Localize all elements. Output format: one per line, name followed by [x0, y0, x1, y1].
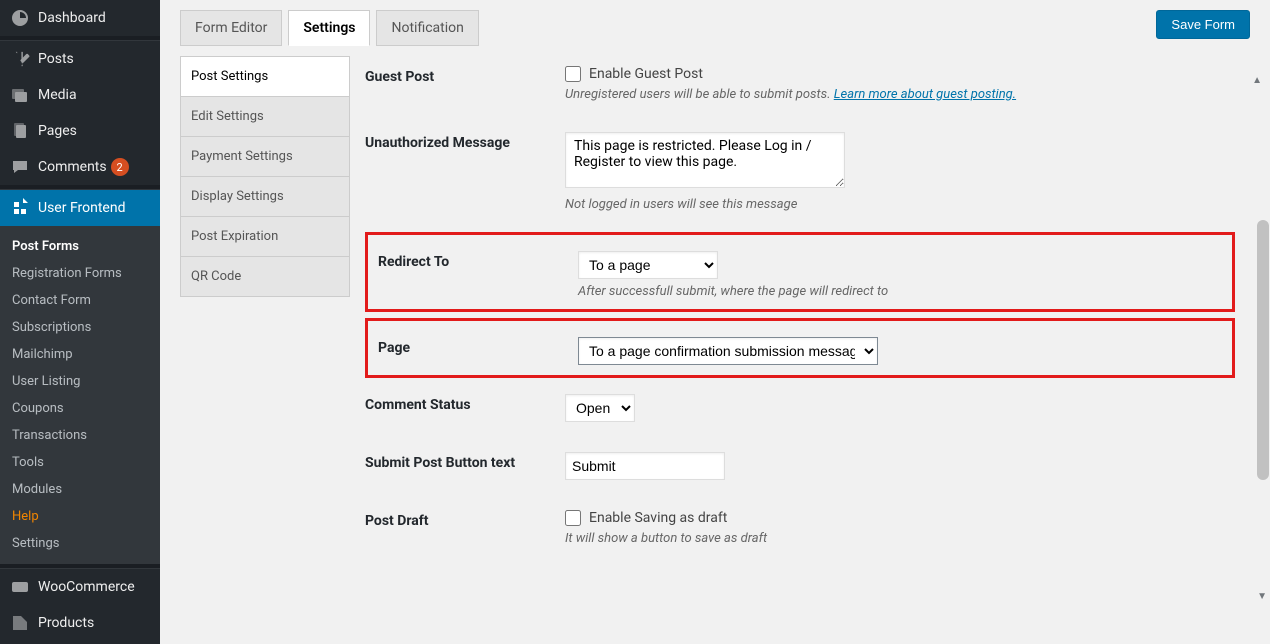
subitem-settings[interactable]: Settings — [0, 530, 160, 557]
row-guest-post: Guest Post Enable Guest Post Unregistere… — [365, 56, 1235, 122]
settings-form-panel: Guest Post Enable Guest Post Unregistere… — [365, 56, 1250, 566]
sidebar-item-pages[interactable]: Pages — [0, 113, 160, 149]
select-page[interactable]: To a page confirmation submission messag… — [578, 337, 878, 365]
checkbox-post-draft-input[interactable] — [565, 510, 581, 526]
select-redirect[interactable]: To a page — [578, 251, 718, 279]
subitem-mailchimp[interactable]: Mailchimp — [0, 341, 160, 368]
side-tab-display-settings[interactable]: Display Settings — [180, 176, 350, 216]
woocommerce-icon — [10, 577, 30, 597]
sidebar-submenu: Post Forms Registration Forms Contact Fo… — [0, 226, 160, 564]
media-icon — [10, 85, 30, 105]
label-redirect: Redirect To — [378, 251, 578, 270]
subitem-post-forms[interactable]: Post Forms — [0, 233, 160, 260]
sidebar-item-label: WooCommerce — [38, 579, 135, 595]
select-comment-status[interactable]: Open — [565, 394, 635, 422]
label-page: Page — [378, 337, 578, 356]
help-guest-post: Unregistered users will be able to submi… — [565, 87, 1235, 102]
row-page: Page To a page confirmation submission m… — [365, 318, 1235, 378]
help-redirect: After successfull submit, where the page… — [578, 284, 1222, 299]
label-guest-post: Guest Post — [365, 66, 565, 85]
sidebar-item-label: Comments — [38, 159, 107, 175]
sidebar-item-user-frontend[interactable]: User Frontend — [0, 190, 160, 226]
label-submit-btn: Submit Post Button text — [365, 452, 565, 471]
label-post-draft: Post Draft — [365, 510, 565, 529]
sidebar-item-label: Pages — [38, 123, 77, 139]
sidebar-item-label: Products — [38, 615, 94, 631]
checkbox-guest-post-input[interactable] — [565, 66, 581, 82]
subitem-help[interactable]: Help — [0, 503, 160, 530]
row-submit-button-text: Submit Post Button text — [365, 442, 1235, 500]
side-tab-post-expiration[interactable]: Post Expiration — [180, 216, 350, 256]
label-comment-status: Comment Status — [365, 394, 565, 413]
pin-icon — [10, 49, 30, 69]
row-redirect-to: Redirect To To a page After successfull … — [365, 232, 1235, 312]
tab-settings[interactable]: Settings — [288, 10, 370, 46]
help-unauthorized: Not logged in users will see this messag… — [565, 197, 1235, 212]
panel-collapse-bottom[interactable]: ▼ — [1257, 591, 1267, 602]
user-frontend-icon — [10, 198, 30, 218]
row-post-draft: Post Draft Enable Saving as draft It wil… — [365, 500, 1235, 566]
textarea-unauthorized[interactable]: This page is restricted. Please Log in /… — [565, 132, 845, 188]
side-tab-edit-settings[interactable]: Edit Settings — [180, 96, 350, 136]
sidebar-item-label: User Frontend — [38, 200, 125, 216]
page-icon — [10, 121, 30, 141]
subitem-contact-form[interactable]: Contact Form — [0, 287, 160, 314]
comment-icon — [10, 157, 30, 177]
subitem-tools[interactable]: Tools — [0, 449, 160, 476]
side-tab-payment-settings[interactable]: Payment Settings — [180, 136, 350, 176]
subitem-coupons[interactable]: Coupons — [0, 395, 160, 422]
subitem-user-listing[interactable]: User Listing — [0, 368, 160, 395]
subitem-subscriptions[interactable]: Subscriptions — [0, 314, 160, 341]
scrollbar-thumb[interactable] — [1257, 220, 1269, 480]
admin-sidebar: Dashboard Posts Media Pages Comments — [0, 0, 160, 644]
input-submit-btn-text[interactable] — [565, 452, 725, 480]
sidebar-item-comments[interactable]: Comments 2 — [0, 149, 160, 185]
sidebar-item-label: Posts — [38, 51, 74, 67]
side-tab-post-settings[interactable]: Post Settings — [180, 56, 350, 96]
sidebar-item-posts[interactable]: Posts — [0, 41, 160, 77]
checkbox-guest-post[interactable]: Enable Guest Post — [565, 66, 1235, 82]
link-guest-posting[interactable]: Learn more about guest posting. — [834, 87, 1016, 102]
checkbox-post-draft-label: Enable Saving as draft — [589, 510, 727, 526]
sidebar-item-products[interactable]: Products — [0, 605, 160, 641]
sidebar-item-label: Media — [38, 87, 77, 103]
label-unauthorized: Unauthorized Message — [365, 132, 565, 151]
subitem-transactions[interactable]: Transactions — [0, 422, 160, 449]
sidebar-item-media[interactable]: Media — [0, 77, 160, 113]
row-comment-status: Comment Status Open — [365, 384, 1235, 442]
sidebar-item-woocommerce[interactable]: WooCommerce — [0, 569, 160, 605]
checkbox-guest-post-label: Enable Guest Post — [589, 66, 703, 82]
subitem-modules[interactable]: Modules — [0, 476, 160, 503]
save-form-button[interactable]: Save Form — [1156, 10, 1250, 39]
side-tab-qr-code[interactable]: QR Code — [180, 256, 350, 297]
main-content: Form Editor Settings Notification Save F… — [160, 0, 1270, 644]
tab-form-editor[interactable]: Form Editor — [180, 10, 282, 46]
checkbox-post-draft[interactable]: Enable Saving as draft — [565, 510, 1235, 526]
help-post-draft: It will show a button to save as draft — [565, 531, 1235, 546]
subitem-registration-forms[interactable]: Registration Forms — [0, 260, 160, 287]
comments-badge: 2 — [111, 158, 129, 176]
settings-side-tabs: Post Settings Edit Settings Payment Sett… — [180, 56, 350, 566]
main-tabs: Form Editor Settings Notification — [180, 10, 479, 46]
products-icon — [10, 613, 30, 633]
sidebar-item-dashboard[interactable]: Dashboard — [0, 0, 160, 36]
row-unauthorized-message: Unauthorized Message This page is restri… — [365, 122, 1235, 232]
dashboard-icon — [10, 8, 30, 28]
scrollbar-track[interactable] — [1256, 70, 1270, 594]
sidebar-item-label: Dashboard — [38, 10, 106, 26]
tab-notification[interactable]: Notification — [376, 10, 478, 46]
